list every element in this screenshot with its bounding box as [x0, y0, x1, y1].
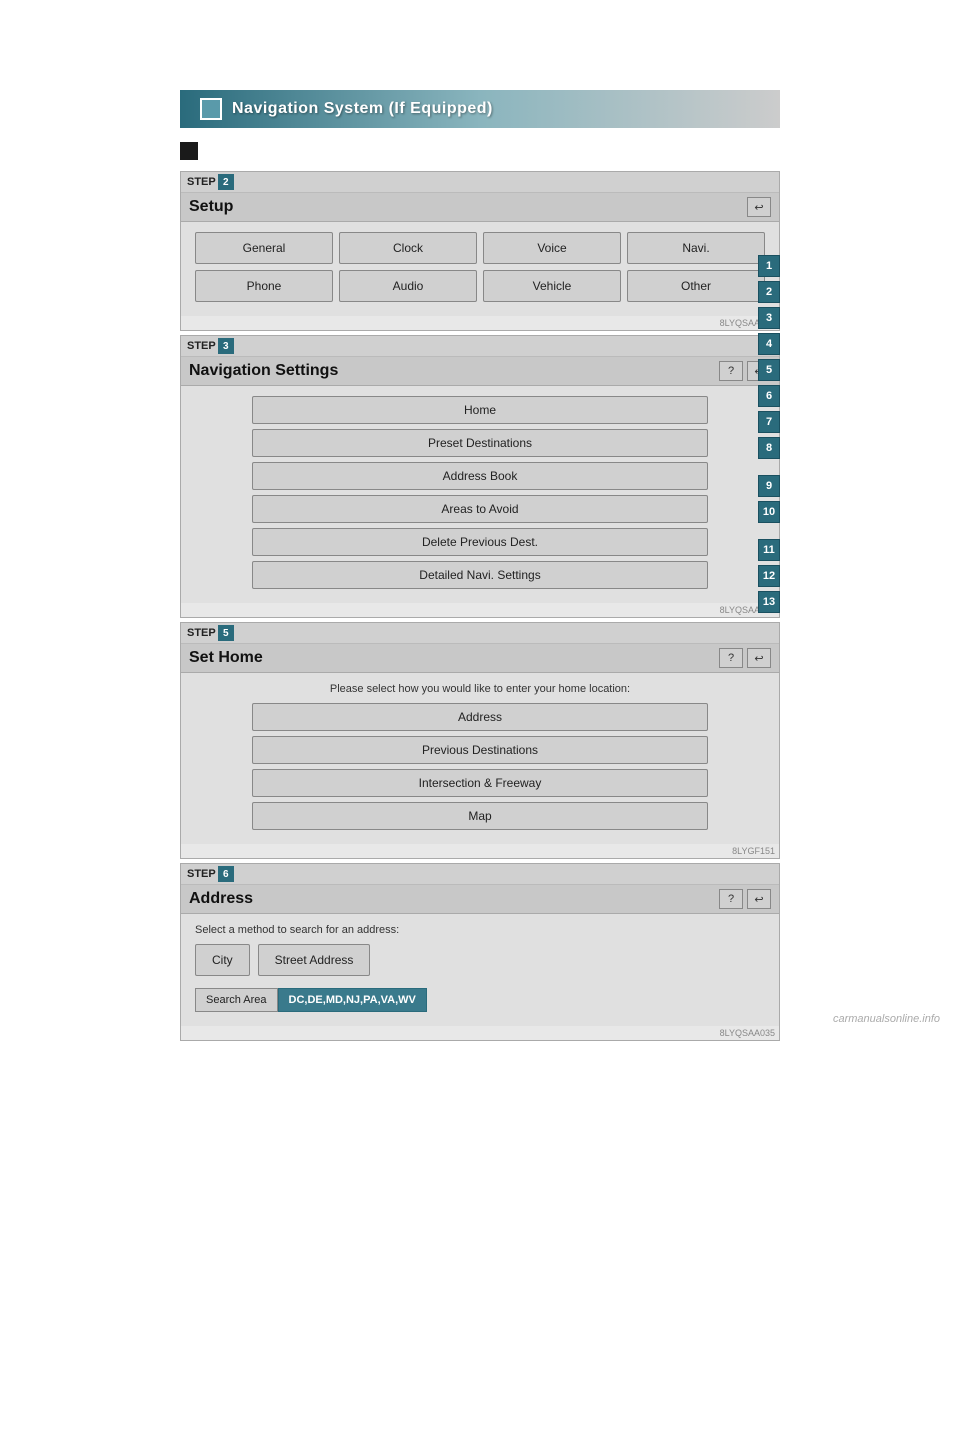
badge-10: 10: [758, 501, 780, 523]
home-address-btn[interactable]: Address: [252, 703, 708, 731]
address-search-row: City Street Address: [195, 944, 765, 976]
step2-body: General Clock Voice Navi. Phone Audio Ve…: [181, 222, 779, 316]
step3-text: STEP: [187, 340, 216, 352]
step2-title: Setup: [189, 198, 233, 216]
setup-audio-btn[interactable]: Audio: [339, 270, 477, 302]
step6-label: STEP 6: [181, 864, 779, 885]
nav-settings-list: Home Preset Destinations Address Book Ar…: [195, 396, 765, 589]
step6-num: 6: [218, 866, 234, 882]
step3-label: STEP 3: [181, 336, 779, 357]
step2-label: STEP 2: [181, 172, 779, 193]
step2-back-btn[interactable]: [747, 197, 771, 217]
step3-watermark: 8LYQSAA034: [181, 603, 779, 617]
step5-watermark: 8LYGF151: [181, 844, 779, 858]
badge-2: 2: [758, 281, 780, 303]
search-area-value: DC,DE,MD,NJ,PA,VA,WV: [278, 988, 427, 1012]
step6-help-btn[interactable]: [719, 889, 743, 909]
step5-body: Please select how you would like to ente…: [181, 673, 779, 844]
step3-body: Home Preset Destinations Address Book Ar…: [181, 386, 779, 603]
step3-help-btn[interactable]: [719, 361, 743, 381]
badge-5: 5: [758, 359, 780, 381]
badge-13: 13: [758, 591, 780, 613]
step3-titlebar: Navigation Settings: [181, 357, 779, 386]
setup-general-btn[interactable]: General: [195, 232, 333, 264]
step5-title: Set Home: [189, 649, 263, 667]
section-bullet: [180, 142, 198, 160]
step6-titlebar: Address: [181, 885, 779, 914]
nav-preset-btn[interactable]: Preset Destinations: [252, 429, 708, 457]
nav-home-btn[interactable]: Home: [252, 396, 708, 424]
setup-other-btn[interactable]: Other: [627, 270, 765, 302]
step6-back-btn[interactable]: [747, 889, 771, 909]
page-header: Navigation System (If Equipped): [180, 90, 780, 128]
search-area-label[interactable]: Search Area: [195, 988, 278, 1012]
step3-title: Navigation Settings: [189, 362, 338, 380]
step5-controls: [719, 648, 771, 668]
footer-watermark: carmanualsonline.info: [833, 1013, 940, 1025]
badge-12: 12: [758, 565, 780, 587]
step5-help-btn[interactable]: [719, 648, 743, 668]
setup-clock-btn[interactable]: Clock: [339, 232, 477, 264]
badge-8: 8: [758, 437, 780, 459]
street-address-btn[interactable]: Street Address: [258, 944, 371, 976]
badge-3: 3: [758, 307, 780, 329]
step5-num: 5: [218, 625, 234, 641]
set-home-desc: Please select how you would like to ente…: [195, 683, 765, 695]
home-intersection-btn[interactable]: Intersection & Freeway: [252, 769, 708, 797]
search-area-row: Search Area DC,DE,MD,NJ,PA,VA,WV: [195, 988, 765, 1012]
badge-1: 1: [758, 255, 780, 277]
step3-panel: STEP 3 Navigation Settings Home Preset D…: [180, 335, 780, 618]
step2-num: 2: [218, 174, 234, 190]
step5-text: STEP: [187, 627, 216, 639]
page-title: Navigation System (If Equipped): [232, 100, 493, 118]
step2-text: STEP: [187, 176, 216, 188]
set-home-list: Address Previous Destinations Intersecti…: [195, 703, 765, 830]
city-btn[interactable]: City: [195, 944, 250, 976]
badge-11: 11: [758, 539, 780, 561]
setup-navi-btn[interactable]: Navi.: [627, 232, 765, 264]
setup-voice-btn[interactable]: Voice: [483, 232, 621, 264]
step2-watermark: 8LYQSAA033: [181, 316, 779, 330]
nav-areas-btn[interactable]: Areas to Avoid: [252, 495, 708, 523]
badge-9: 9: [758, 475, 780, 497]
right-badges: 1 2 3 4 5 6 7 8 9 10 11 12 13: [758, 255, 780, 613]
setup-grid-row1: General Clock Voice Navi. Phone Audio Ve…: [195, 232, 765, 302]
step5-back-btn[interactable]: [747, 648, 771, 668]
step6-body: Select a method to search for an address…: [181, 914, 779, 1026]
step2-panel: STEP 2 Setup General Clock Voice Navi. P…: [180, 171, 780, 331]
step6-text: STEP: [187, 868, 216, 880]
badge-7: 7: [758, 411, 780, 433]
step6-watermark: 8LYQSAA035: [181, 1026, 779, 1040]
nav-addressbook-btn[interactable]: Address Book: [252, 462, 708, 490]
step5-label: STEP 5: [181, 623, 779, 644]
badge-6: 6: [758, 385, 780, 407]
badge-4: 4: [758, 333, 780, 355]
step2-titlebar: Setup: [181, 193, 779, 222]
home-map-btn[interactable]: Map: [252, 802, 708, 830]
step3-num: 3: [218, 338, 234, 354]
home-prev-dest-btn[interactable]: Previous Destinations: [252, 736, 708, 764]
step2-controls: [747, 197, 771, 217]
address-desc: Select a method to search for an address…: [195, 924, 765, 936]
step5-titlebar: Set Home: [181, 644, 779, 673]
step6-panel: STEP 6 Address Select a method to search…: [180, 863, 780, 1041]
setup-vehicle-btn[interactable]: Vehicle: [483, 270, 621, 302]
setup-phone-btn[interactable]: Phone: [195, 270, 333, 302]
nav-detailed-btn[interactable]: Detailed Navi. Settings: [252, 561, 708, 589]
step6-title: Address: [189, 890, 253, 908]
step6-controls: [719, 889, 771, 909]
nav-icon: [200, 98, 222, 120]
nav-delete-btn[interactable]: Delete Previous Dest.: [252, 528, 708, 556]
panels-container: STEP 2 Setup General Clock Voice Navi. P…: [180, 171, 780, 1045]
step5-panel: STEP 5 Set Home Please select how you wo…: [180, 622, 780, 859]
